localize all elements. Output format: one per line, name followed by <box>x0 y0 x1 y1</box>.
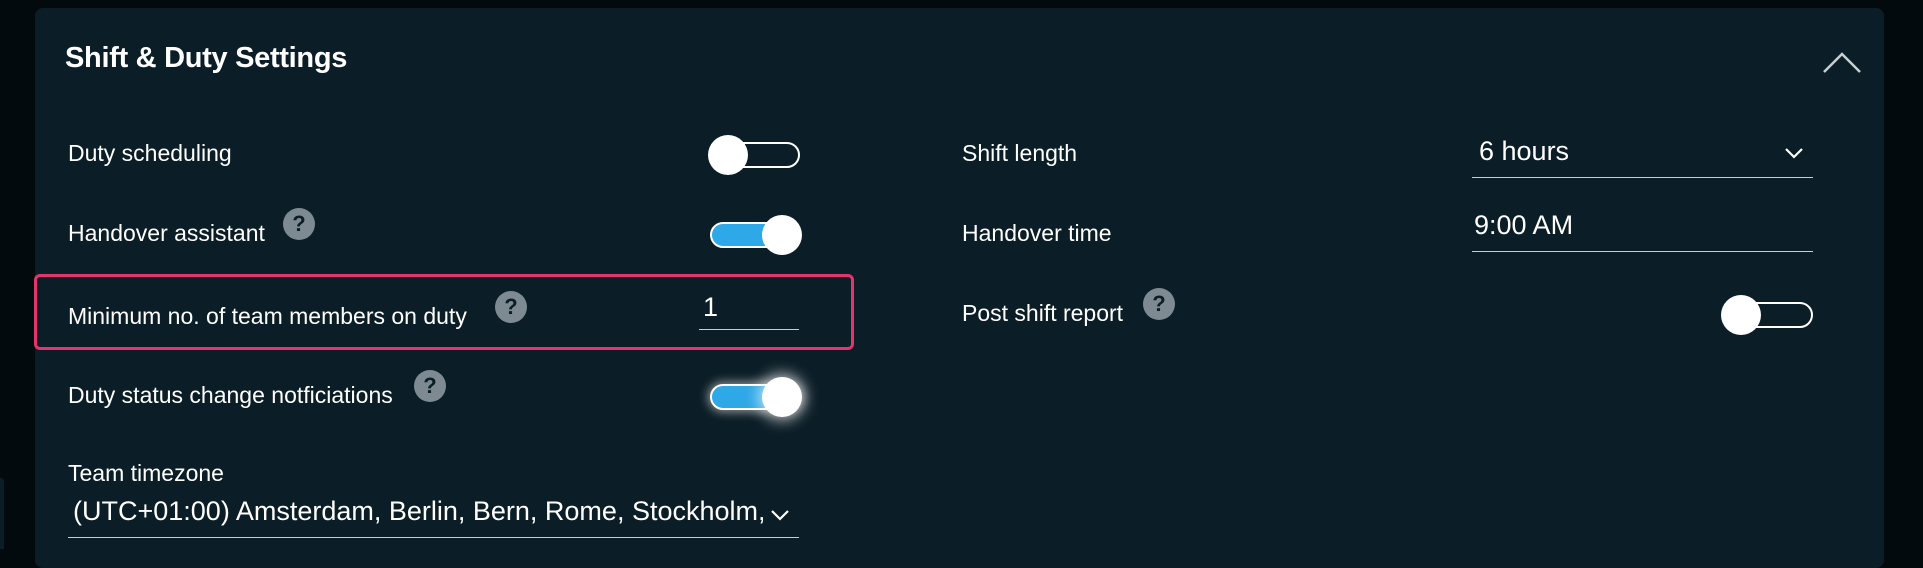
duty-status-notifications-help-icon[interactable]: ? <box>414 370 446 402</box>
shift-length-label: Shift length <box>962 140 1078 166</box>
left-edge-panel <box>0 478 4 549</box>
duty-status-notifications-toggle[interactable] <box>710 377 802 417</box>
handover-assistant-label: Handover assistant <box>68 220 265 246</box>
duty-scheduling-toggle[interactable] <box>708 135 800 175</box>
toggle-knob <box>762 377 802 417</box>
duty-scheduling-label: Duty scheduling <box>68 140 232 166</box>
handover-assistant-help-icon[interactable]: ? <box>283 208 315 240</box>
handover-time-label: Handover time <box>962 220 1112 246</box>
toggle-knob <box>762 215 802 255</box>
toggle-knob <box>1721 295 1761 335</box>
post-shift-report-toggle[interactable] <box>1721 295 1813 335</box>
team-timezone-select[interactable]: (UTC+01:00) Amsterdam, Berlin, Bern, Rom… <box>68 490 799 538</box>
shift-length-select[interactable]: 6 hours <box>1472 126 1813 178</box>
post-shift-report-label: Post shift report <box>962 300 1124 326</box>
section-title: Shift & Duty Settings <box>65 42 348 74</box>
chevron-down-icon <box>771 510 789 521</box>
team-timezone-label: Team timezone <box>68 460 224 486</box>
min-members-input[interactable]: 1 <box>699 288 799 330</box>
chevron-up-icon[interactable] <box>1820 48 1864 76</box>
handover-assistant-toggle[interactable] <box>710 215 802 255</box>
min-members-help-icon[interactable]: ? <box>495 291 527 323</box>
toggle-knob <box>708 135 748 175</box>
duty-status-notifications-label: Duty status change notficiations <box>68 382 393 408</box>
chevron-down-icon <box>1785 148 1803 159</box>
min-members-label: Minimum no. of team members on duty <box>68 303 467 329</box>
post-shift-report-help-icon[interactable]: ? <box>1143 288 1175 320</box>
shift-duty-settings-panel: Shift & Duty Settings Duty scheduling Ha… <box>35 8 1884 568</box>
handover-time-input[interactable]: 9:00 AM <box>1472 204 1813 252</box>
